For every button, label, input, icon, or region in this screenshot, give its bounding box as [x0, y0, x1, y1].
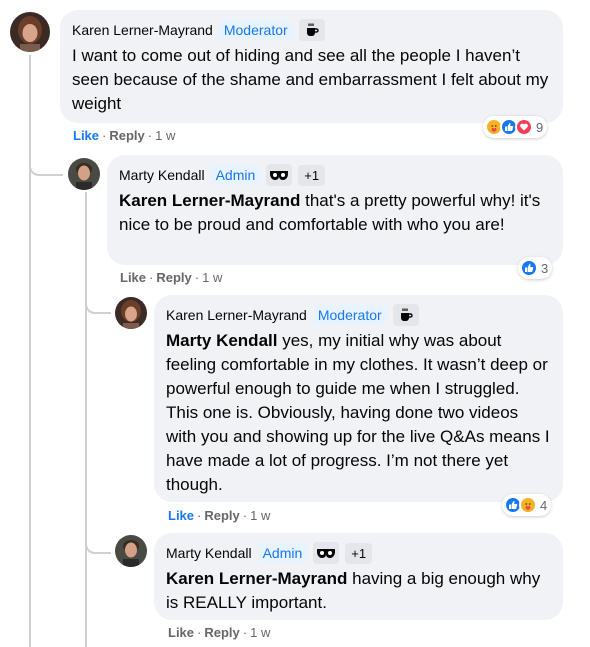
thread-connector [29, 150, 63, 176]
comment-bubble: Marty Kendall Admin +1 Karen Lerner-Mayr… [154, 533, 563, 620]
timestamp[interactable]: 1 w [250, 508, 270, 523]
comment-author[interactable]: Karen Lerner-Mayrand [72, 22, 213, 38]
comment-author[interactable]: Marty Kendall [119, 167, 205, 183]
glasses-icon[interactable] [313, 542, 340, 564]
reply-button[interactable]: Reply [109, 128, 144, 143]
reaction-count: 9 [536, 119, 544, 135]
thread-line [29, 55, 31, 647]
reply-button[interactable]: Reply [156, 270, 191, 285]
more-badges[interactable]: +1 [345, 542, 373, 564]
comment-actions: Like · Reply · 1 w [168, 508, 271, 523]
comment-text: Marty Kendall yes, my initial why was ab… [166, 329, 551, 497]
comment-text: Karen Lerner-Mayrand that's a pretty pow… [119, 189, 551, 237]
avatar[interactable] [115, 535, 147, 567]
reaction-summary[interactable]: 9 [483, 116, 548, 138]
mention-link[interactable]: Karen Lerner-Mayrand [119, 191, 300, 210]
moderator-badge[interactable]: Moderator [218, 20, 293, 40]
comment-actions: Like · Reply · 1 w [168, 625, 271, 640]
like-icon [520, 259, 538, 277]
care-icon [519, 496, 537, 514]
glasses-icon[interactable] [266, 164, 293, 186]
thread-connector [85, 290, 111, 314]
thread-line [85, 192, 87, 647]
admin-badge[interactable]: Admin [257, 543, 308, 563]
like-button[interactable]: Like [168, 508, 194, 523]
thread-connector [85, 530, 111, 554]
love-icon [515, 118, 533, 136]
coffee-icon[interactable] [298, 19, 325, 41]
like-button[interactable]: Like [73, 128, 99, 143]
like-button[interactable]: Like [168, 625, 194, 640]
mention-link[interactable]: Karen Lerner-Mayrand [166, 569, 347, 588]
comment-bubble: Karen Lerner-Mayrand Moderator Marty Ken… [154, 295, 563, 502]
timestamp[interactable]: 1 w [250, 625, 270, 640]
comment-bubble: Marty Kendall Admin +1 Karen Lerner-Mayr… [107, 155, 563, 265]
admin-badge[interactable]: Admin [210, 165, 261, 185]
coffee-icon[interactable] [392, 304, 419, 326]
reaction-summary[interactable]: 3 [518, 257, 553, 279]
comment-actions: Like · Reply · 1 w [120, 270, 223, 285]
mention-link[interactable]: Marty Kendall [166, 331, 277, 350]
timestamp[interactable]: 1 w [155, 128, 175, 143]
comment-author[interactable]: Karen Lerner-Mayrand [166, 307, 307, 323]
comment-text: I want to come out of hiding and see all… [72, 46, 549, 113]
reaction-count: 4 [540, 497, 548, 513]
timestamp[interactable]: 1 w [202, 270, 222, 285]
avatar[interactable] [10, 12, 50, 52]
comment-text: Karen Lerner-Mayrand having a big enough… [166, 567, 551, 615]
reaction-summary[interactable]: 4 [502, 494, 552, 516]
avatar[interactable] [115, 297, 147, 329]
more-badges[interactable]: +1 [298, 164, 326, 186]
comment-bubble: Karen Lerner-Mayrand Moderator I want to… [60, 10, 563, 123]
like-button[interactable]: Like [120, 270, 146, 285]
reply-button[interactable]: Reply [204, 508, 239, 523]
reply-button[interactable]: Reply [204, 625, 239, 640]
moderator-badge[interactable]: Moderator [312, 305, 387, 325]
avatar[interactable] [68, 158, 100, 190]
reaction-count: 3 [541, 260, 549, 276]
comment-body: yes, my initial why was about feeling co… [166, 331, 550, 494]
comment-actions: Like · Reply · 1 w [73, 128, 176, 143]
comment-author[interactable]: Marty Kendall [166, 545, 252, 561]
